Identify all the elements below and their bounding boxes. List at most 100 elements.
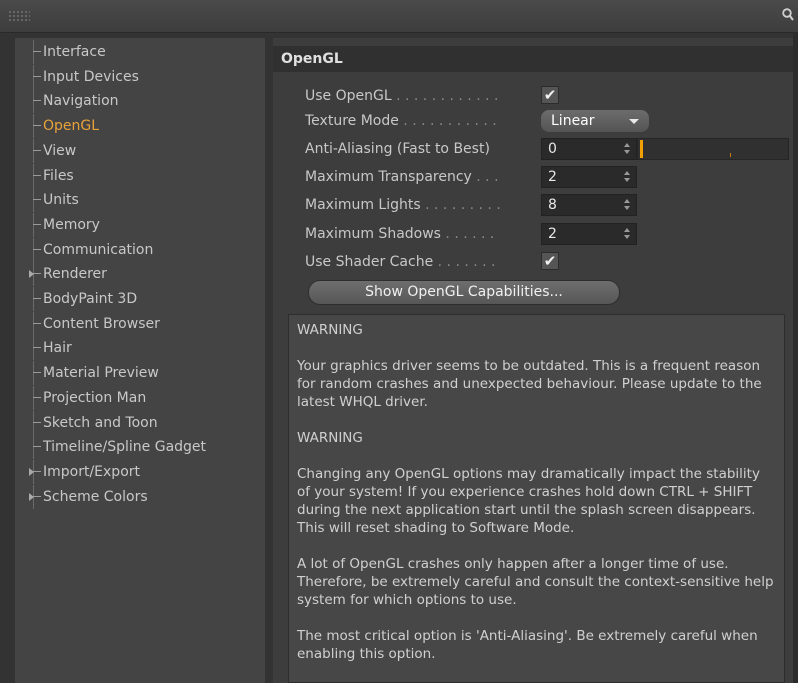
sidebar-item-view[interactable]: View [15, 138, 265, 163]
tree-branch [33, 421, 41, 423]
spin-arrows-icon[interactable] [624, 143, 630, 155]
sidebar-item-label: Projection Man [43, 389, 147, 406]
anti-aliasing-value: 0 [548, 141, 557, 157]
tree-branch [33, 75, 41, 77]
spin-arrows-icon[interactable] [624, 171, 630, 183]
tree-branch [33, 298, 41, 299]
sidebar-item-label: Scheme Colors [43, 488, 148, 505]
sidebar-item-content-browser[interactable]: Content Browser [15, 311, 265, 336]
tree-line [33, 163, 34, 188]
tree-branch [33, 470, 41, 472]
texture-mode-value: Linear [551, 113, 595, 129]
sidebar-item-label: Navigation [43, 93, 119, 110]
sidebar-item-import-export[interactable]: Import/Export [15, 459, 265, 484]
anti-aliasing-input[interactable]: 0 [541, 138, 637, 160]
tree-line [33, 64, 34, 89]
tree-line [33, 114, 34, 139]
sidebar-item-scheme-colors[interactable]: Scheme Colors [15, 484, 265, 509]
sidebar-item-label: Hair [43, 340, 72, 357]
tree-line [33, 336, 34, 361]
grip-icon[interactable] [8, 10, 30, 22]
expand-arrow-icon[interactable] [29, 270, 34, 279]
tree-branch [33, 223, 41, 225]
leader-dots: . . . . . . [440, 226, 495, 242]
sidebar-item-label: Content Browser [43, 315, 160, 332]
sidebar-item-navigation[interactable]: Navigation [15, 89, 265, 114]
tree-line [33, 188, 34, 213]
use-opengl-label: Use OpenGL [305, 88, 392, 104]
tree-branch [33, 199, 41, 201]
warning-paragraph: The most critical option is 'Anti-Aliasi… [297, 628, 758, 662]
sidebar-item-label: BodyPaint 3D [43, 291, 138, 307]
sidebar-item-label: OpenGL [43, 118, 100, 135]
sidebar-item-bodypaint-3d[interactable]: BodyPaint 3D [15, 287, 265, 311]
expand-arrow-icon[interactable] [29, 467, 34, 476]
expand-arrow-icon[interactable] [29, 492, 34, 501]
tree-line [33, 311, 34, 336]
sidebar-item-files[interactable]: Files [15, 163, 265, 188]
sidebar-item-label: Interface [43, 44, 106, 60]
tree-branch [33, 396, 41, 398]
sidebar-item-hair[interactable]: Hair [15, 336, 265, 361]
max-shadows-value: 2 [548, 226, 557, 242]
sidebar-item-memory[interactable]: Memory [15, 212, 265, 237]
sidebar-item-label: Timeline/Spline Gadget [43, 439, 207, 456]
tree-branch [33, 149, 41, 151]
warning-paragraph: Changing any OpenGL options may dramatic… [297, 466, 760, 536]
warning-paragraph: Your graphics driver seems to be outdate… [297, 358, 762, 410]
leader-dots: . . . . . . . . . . . [398, 113, 497, 129]
texture-mode-label: Texture Mode [305, 113, 399, 129]
max-shadows-input[interactable]: 2 [541, 223, 637, 245]
tree-line [33, 385, 34, 410]
anti-aliasing-slider[interactable] [637, 138, 789, 160]
sidebar-item-material-preview[interactable]: Material Preview [15, 361, 265, 386]
tree-branch [33, 125, 41, 127]
max-shadows-label: Maximum Shadows [305, 226, 441, 242]
anti-aliasing-row: Anti-Aliasing (Fast to Best) 0 [305, 137, 798, 161]
sidebar-item-sketch-and-toon[interactable]: Sketch and Toon [15, 410, 265, 435]
warning-text-area[interactable]: WARNING Your graphics driver seems to be… [288, 314, 785, 683]
tree-branch [33, 273, 41, 275]
preferences-tree: Interface Input Devices Navigation OpenGL Vi… [15, 38, 265, 683]
section-title: OpenGL [273, 46, 793, 72]
warning-heading: WARNING [297, 322, 363, 338]
spin-arrows-icon[interactable] [624, 199, 630, 211]
tree-line [33, 361, 34, 386]
spin-arrows-icon[interactable] [624, 228, 630, 240]
slider-handle[interactable] [640, 140, 643, 158]
title-bar [0, 0, 798, 33]
sidebar-item-opengl[interactable]: OpenGL [15, 114, 265, 139]
tree-branch [33, 446, 41, 448]
max-transparency-input[interactable]: 2 [541, 166, 637, 188]
sidebar-item-input-devices[interactable]: Input Devices [15, 64, 265, 89]
tree-branch [33, 347, 41, 349]
opengl-settings-panel: OpenGL Use OpenGL . . . . . . . . . . . … [273, 38, 793, 683]
texture-mode-dropdown[interactable]: Linear [541, 110, 649, 132]
shader-cache-label: Use Shader Cache [305, 254, 434, 270]
use-opengl-checkbox[interactable]: ✔ [541, 86, 559, 104]
leader-dots: . . . . . . . . . . . . [391, 88, 499, 104]
sidebar-item-timeline-spline-gadget[interactable]: Timeline/Spline Gadget [15, 435, 265, 460]
sidebar-item-renderer[interactable]: Renderer [15, 262, 265, 287]
sidebar-item-units[interactable]: Units [15, 188, 265, 213]
anti-aliasing-label: Anti-Aliasing (Fast to Best) [305, 141, 490, 157]
sidebar-item-interface[interactable]: Interface [15, 40, 265, 64]
max-lights-input[interactable]: 8 [541, 194, 637, 216]
tree-branch [33, 495, 41, 497]
sidebar-item-projection-man[interactable]: Projection Man [15, 385, 265, 410]
sidebar-item-label: Communication [43, 241, 154, 258]
sidebar-item-label: Renderer [43, 266, 107, 283]
chevron-down-icon [629, 119, 639, 124]
search-icon[interactable] [782, 8, 794, 22]
sidebar-item-communication[interactable]: Communication [15, 237, 265, 262]
sidebar-item-label: Files [43, 167, 74, 184]
show-capabilities-button[interactable]: Show OpenGL Capabilities... [308, 280, 620, 305]
shader-cache-checkbox[interactable]: ✔ [541, 252, 559, 270]
tree-line [33, 212, 34, 237]
max-lights-label: Maximum Lights [305, 197, 421, 213]
tree-line [33, 410, 34, 435]
tree-line [33, 40, 34, 64]
tree-branch [33, 248, 41, 250]
warning-heading: WARNING [297, 430, 363, 446]
slider-tick [730, 153, 731, 157]
